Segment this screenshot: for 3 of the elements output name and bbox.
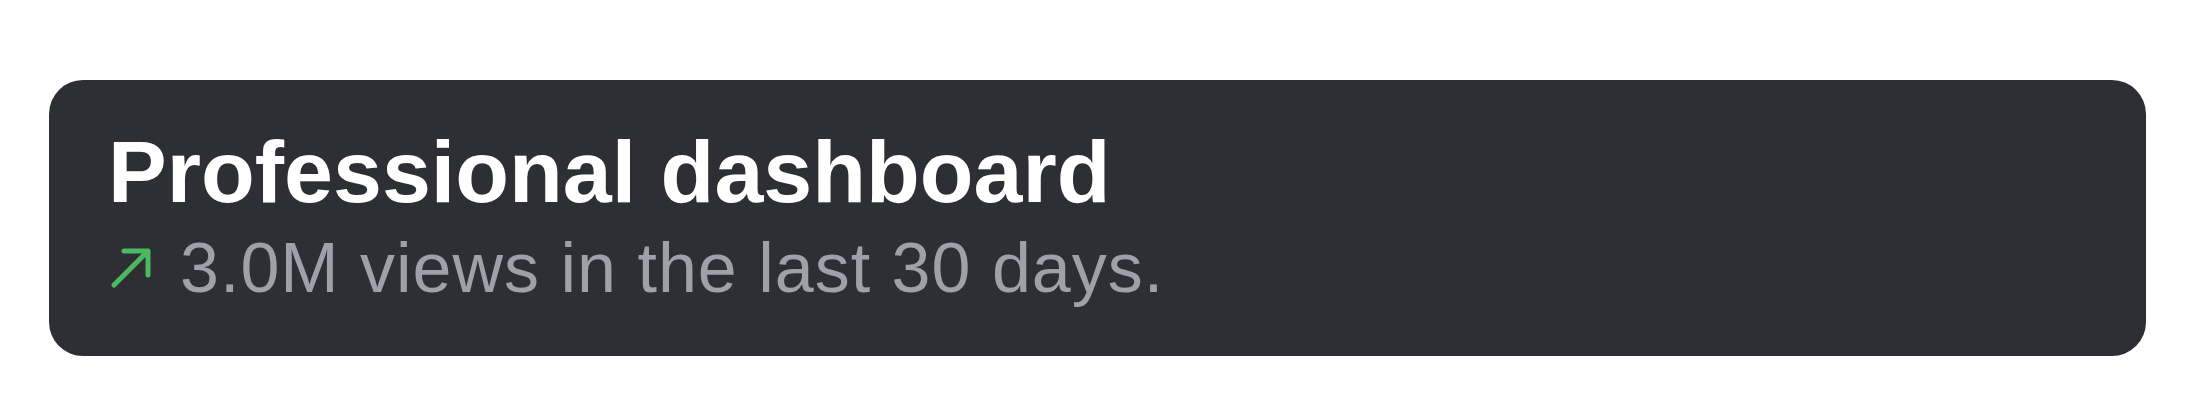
card-title: Professional dashboard <box>108 124 1111 220</box>
dashboard-card[interactable]: Professional dashboard 3.0M views in the last 30 days. <box>49 80 2146 356</box>
views-summary: 3.0M views in the last 30 days. <box>180 228 1165 308</box>
